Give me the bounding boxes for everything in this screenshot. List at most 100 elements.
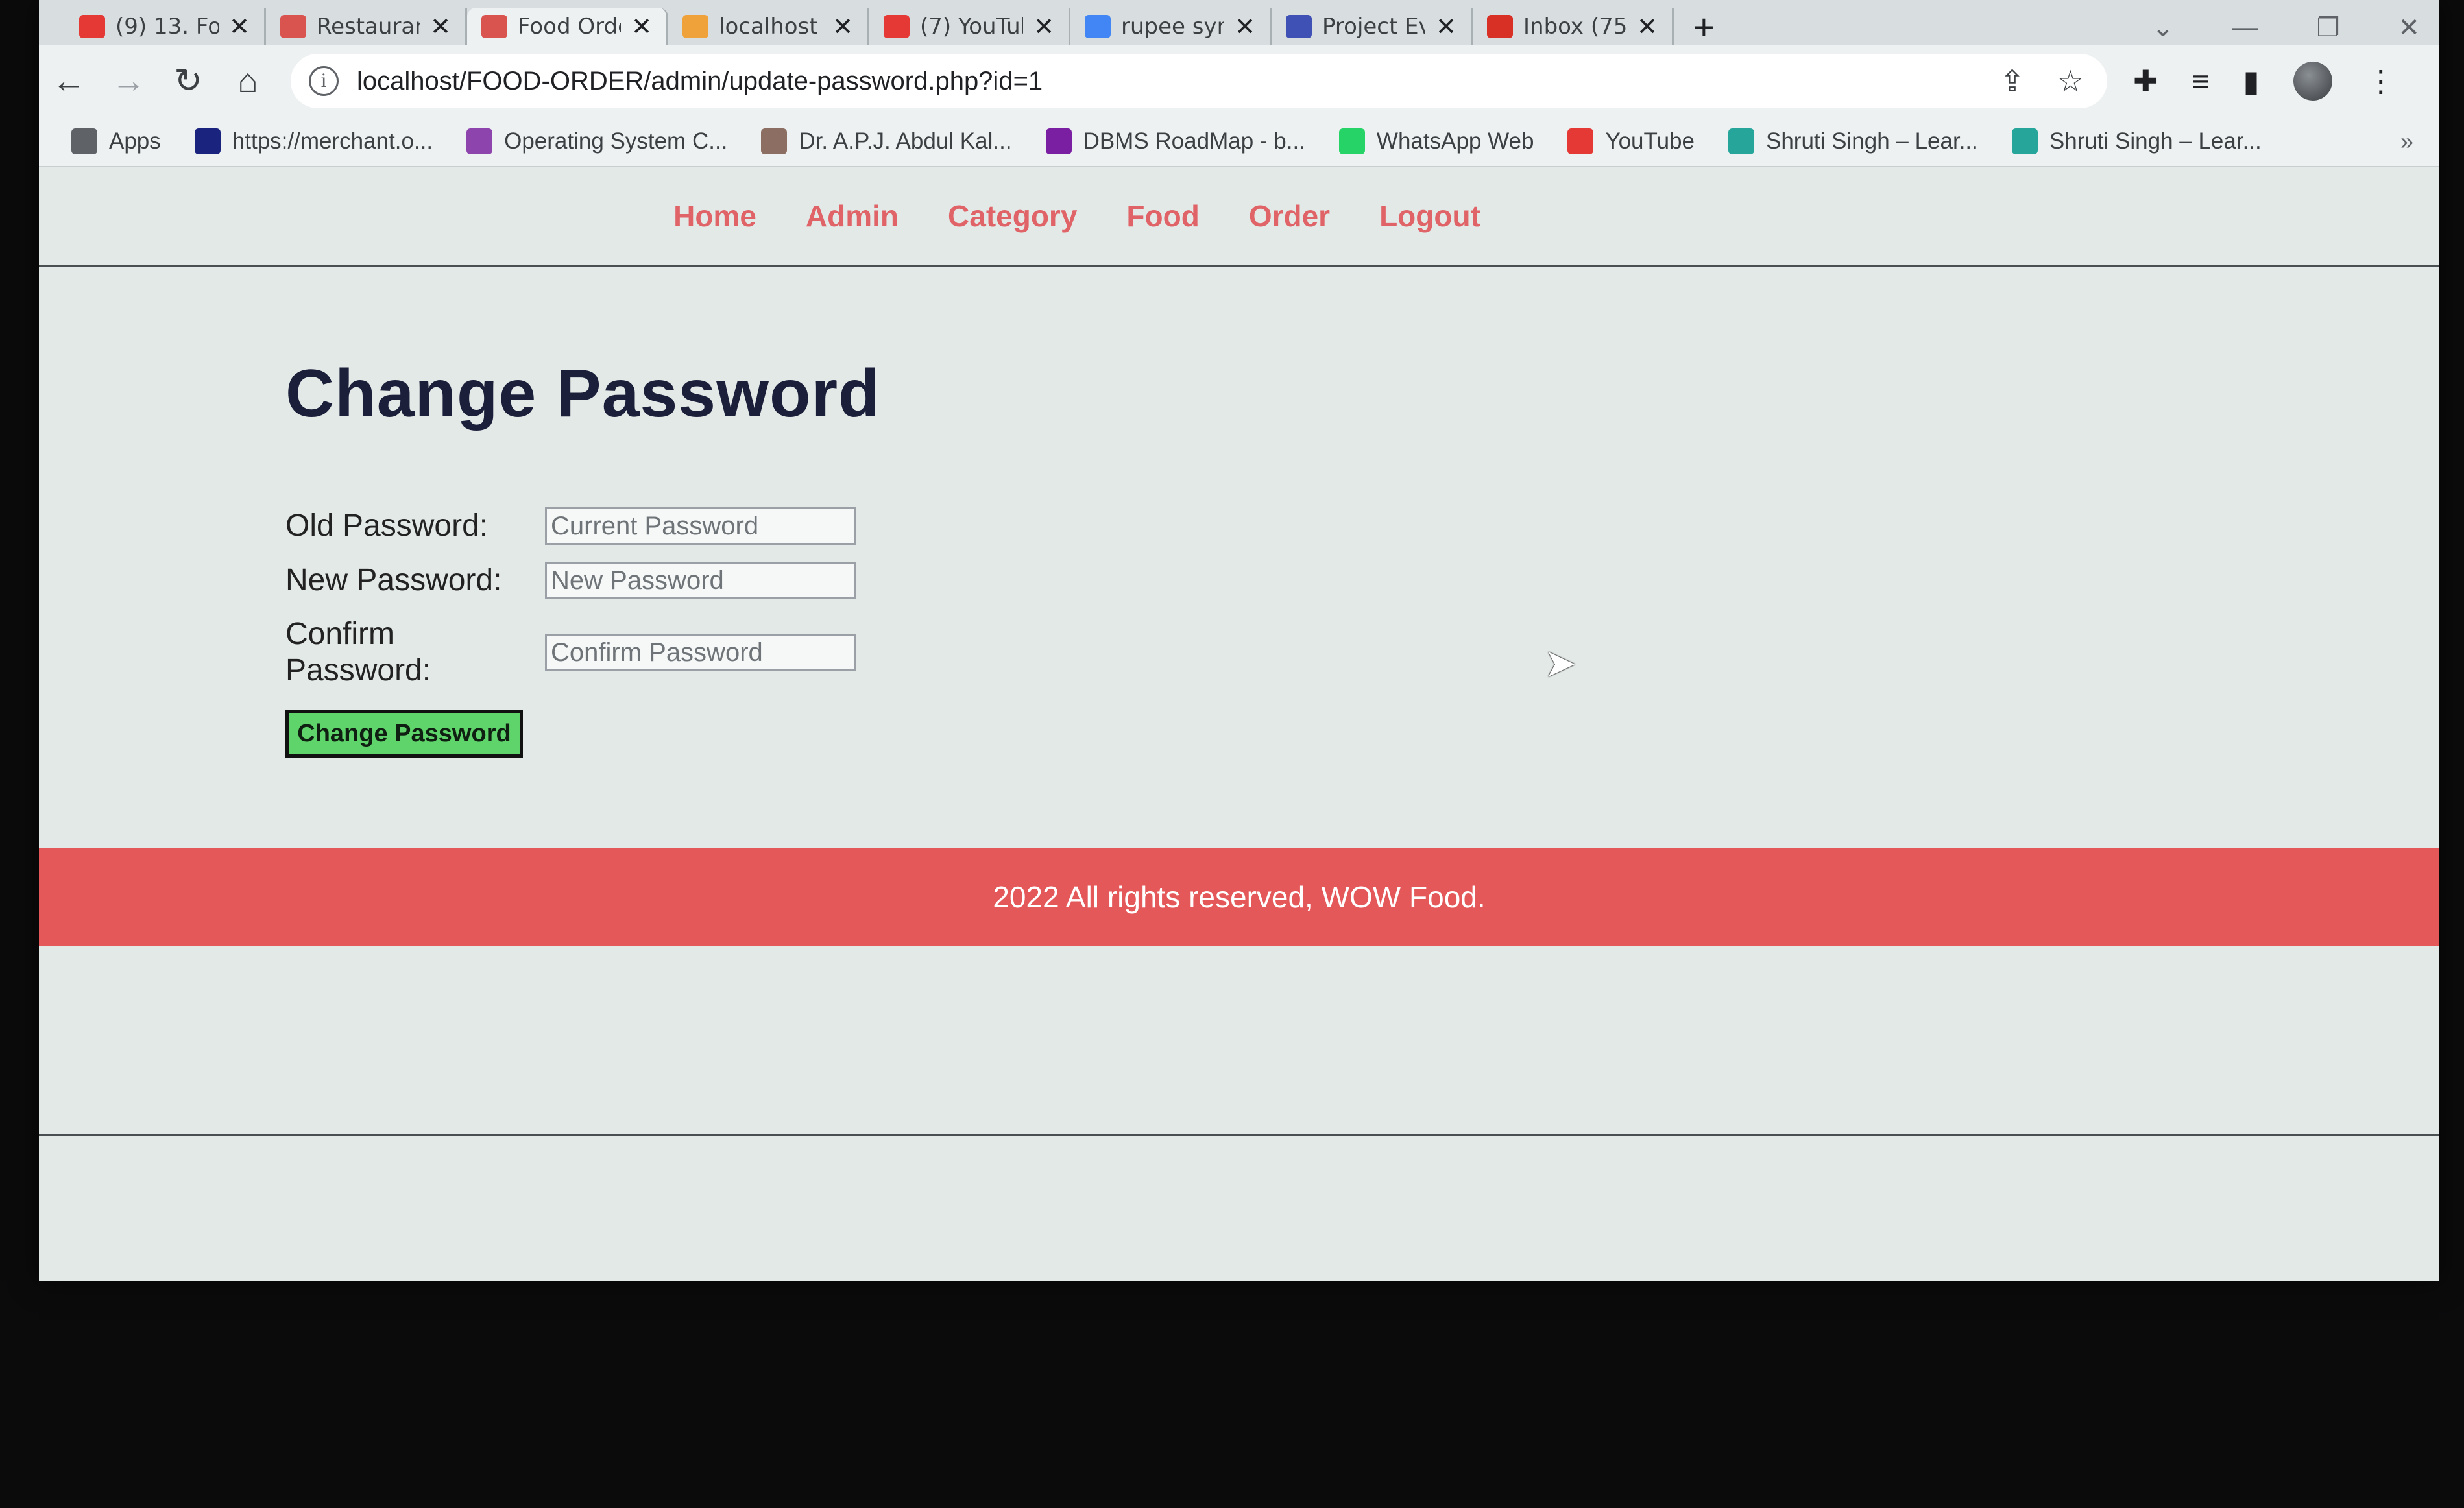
back-icon[interactable]: ← <box>39 62 99 101</box>
media-control-icon[interactable]: ≡ <box>2192 64 2210 99</box>
change-password-button[interactable]: Change Password <box>285 710 523 758</box>
tab-label: (9) 13. Foo <box>115 14 219 40</box>
bookmark-label: Dr. A.P.J. Abdul Kal... <box>799 128 1012 154</box>
roadmap-icon <box>1045 128 1072 154</box>
site-icon <box>761 128 788 154</box>
nav-category-link[interactable]: Category <box>948 198 1077 233</box>
share-icon[interactable]: ⇪ <box>1999 64 2025 99</box>
browser-tab[interactable]: Project Eval ✕ <box>1272 8 1473 45</box>
old-password-input[interactable] <box>545 507 856 545</box>
page-content: Home Admin Category Food Order Logout Ch… <box>39 167 2439 1281</box>
browser-tab[interactable]: (9) 13. Foo ✕ <box>65 8 266 45</box>
top-menu: Home Admin Category Food Order Logout <box>39 167 2439 267</box>
bookmarks-bar: Apps https://merchant.o... Operating Syste… <box>39 117 2439 167</box>
learn-icon <box>1728 128 1754 154</box>
browser-tab[interactable]: Food Order ✕ <box>467 8 668 45</box>
close-window-icon[interactable]: ✕ <box>2398 13 2420 43</box>
tab-label: Inbox (757) <box>1523 14 1627 40</box>
bookmark-item[interactable]: Apps <box>71 128 161 154</box>
site-info-icon[interactable]: i <box>309 66 339 96</box>
side-panel-icon[interactable]: ▮ <box>2243 64 2259 99</box>
tab-close-icon[interactable]: ✕ <box>229 12 250 41</box>
browser-tab[interactable]: (7) YouTube ✕ <box>869 8 1070 45</box>
bookmark-item[interactable]: YouTube <box>1567 128 1695 154</box>
bookmark-star-icon[interactable]: ☆ <box>2057 64 2084 99</box>
address-bar[interactable]: i localhost/FOOD-ORDER/admin/update-pass… <box>291 54 2107 108</box>
google-icon <box>1085 15 1111 38</box>
tab-close-icon[interactable]: ✕ <box>1235 12 1255 41</box>
course-icon <box>466 128 493 154</box>
change-password-section: Change Password Old Password: New Passwo… <box>285 355 880 758</box>
bookmark-label: WhatsApp Web <box>1376 128 1534 154</box>
bookmark-label: Operating System C... <box>504 128 728 154</box>
merchant-icon <box>194 128 221 154</box>
page-title: Change Password <box>285 356 880 431</box>
mouse-cursor-icon: ➤ <box>1544 641 1577 685</box>
bookmark-label: Shruti Singh – Lear... <box>2049 128 2262 154</box>
bookmark-item[interactable]: WhatsApp Web <box>1338 128 1534 154</box>
confirm-password-row: Confirm Password: <box>285 616 880 689</box>
browser-window: (9) 13. Foo✕Restaurant✕Food Order✕localh… <box>39 0 2439 1281</box>
learn-icon <box>2011 128 2038 154</box>
forms-icon <box>1286 15 1312 38</box>
bookmark-label: https://merchant.o... <box>232 128 433 154</box>
old-password-label: Old Password: <box>285 509 489 543</box>
tab-label: rupee symb <box>1121 14 1224 40</box>
new-tab-button[interactable]: + <box>1674 6 1734 47</box>
browser-tab[interactable]: Restaurant ✕ <box>266 8 467 45</box>
bookmark-icon <box>280 15 306 38</box>
bookmark-item[interactable]: Shruti Singh – Lear... <box>2011 128 2262 154</box>
footer: 2022 All rights reserved, WOW Food. <box>39 848 2439 946</box>
youtube-icon <box>1567 128 1594 154</box>
bookmark-icon <box>481 15 507 38</box>
new-password-row: New Password: <box>285 562 880 599</box>
extensions-icon[interactable]: ✚ <box>2133 64 2158 99</box>
forward-icon[interactable]: → <box>99 62 158 101</box>
nav-order-link[interactable]: Order <box>1249 198 1330 233</box>
bookmark-item[interactable]: DBMS RoadMap - b... <box>1045 128 1305 154</box>
tab-label: Restaurant <box>317 14 420 40</box>
confirm-password-input[interactable] <box>545 634 856 671</box>
tab-close-icon[interactable]: ✕ <box>430 12 451 41</box>
nav-food-link[interactable]: Food <box>1126 198 1199 233</box>
browser-tab[interactable]: Inbox (757) ✕ <box>1473 8 1674 45</box>
new-password-label: New Password: <box>285 563 502 597</box>
tab-close-icon[interactable]: ✕ <box>1637 12 1658 41</box>
tab-close-icon[interactable]: ✕ <box>631 12 652 41</box>
restore-icon[interactable]: ❐ <box>2317 13 2340 43</box>
bookmark-label: DBMS RoadMap - b... <box>1083 128 1305 154</box>
tab-strip: (9) 13. Foo✕Restaurant✕Food Order✕localh… <box>39 0 2439 47</box>
bookmark-item[interactable]: https://merchant.o... <box>194 128 433 154</box>
browser-tab[interactable]: rupee symb ✕ <box>1070 8 1272 45</box>
new-password-input[interactable] <box>545 562 856 599</box>
bookmark-item[interactable]: Dr. A.P.J. Abdul Kal... <box>761 128 1012 154</box>
home-icon[interactable]: ⌂ <box>218 62 278 101</box>
tab-search-icon[interactable]: ⌄ <box>2152 13 2174 43</box>
gmail-icon <box>1487 15 1513 38</box>
tab-close-icon[interactable]: ✕ <box>1033 12 1054 41</box>
profile-avatar[interactable] <box>2293 62 2332 101</box>
bookmark-item[interactable]: Operating System C... <box>466 128 727 154</box>
nav-admin-link[interactable]: Admin <box>806 198 899 233</box>
menu-kebab-icon[interactable]: ⋮ <box>2366 64 2396 99</box>
divider <box>39 1134 2439 1136</box>
browser-toolbar: ← → ↻ ⌂ i localhost/FOOD-ORDER/admin/upd… <box>39 45 2439 117</box>
minimize-icon[interactable]: — <box>2232 13 2258 43</box>
tab-close-icon[interactable]: ✕ <box>1436 12 1456 41</box>
bookmark-item[interactable]: Shruti Singh – Lear... <box>1728 128 1978 154</box>
bookmarks-overflow-icon[interactable]: » <box>2400 128 2413 155</box>
window-controls: ⌄ — ❐ ✕ <box>2152 13 2420 43</box>
tab-close-icon[interactable]: ✕ <box>832 12 853 41</box>
browser-tab[interactable]: localhost / ✕ <box>668 8 869 45</box>
address-url[interactable]: localhost/FOOD-ORDER/admin/update-passwo… <box>357 67 1043 96</box>
nav-home-link[interactable]: Home <box>673 198 756 233</box>
old-password-row: Old Password: <box>285 507 880 545</box>
reload-icon[interactable]: ↻ <box>158 62 218 101</box>
tab-label: localhost / <box>719 14 823 40</box>
confirm-password-label: Confirm Password: <box>285 617 431 688</box>
phpmyadmin-icon <box>682 15 708 38</box>
bookmark-label: YouTube <box>1605 128 1695 154</box>
nav-logout-link[interactable]: Logout <box>1379 198 1480 233</box>
bookmark-label: Shruti Singh – Lear... <box>1765 128 1978 154</box>
tab-label: Project Eval <box>1322 14 1425 40</box>
